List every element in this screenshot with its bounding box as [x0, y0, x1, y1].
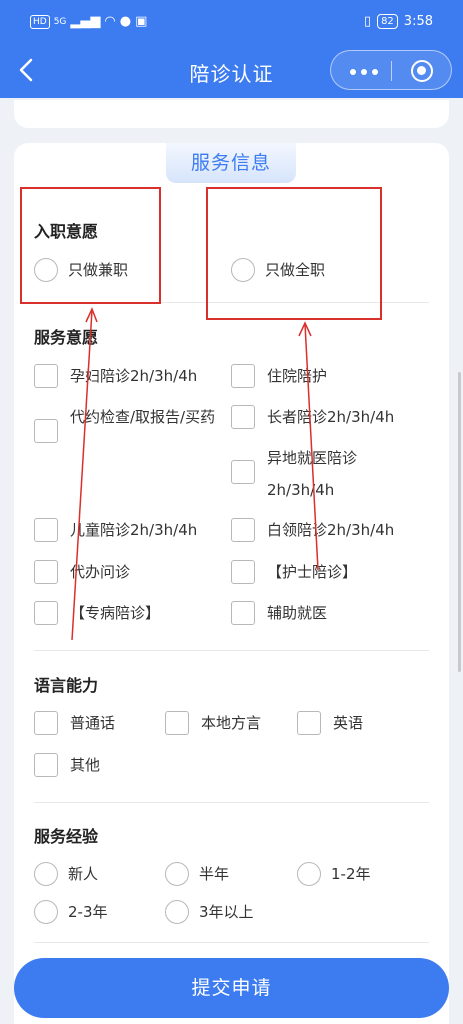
- scrollbar[interactable]: [458, 372, 461, 672]
- submit-button[interactable]: 提交申请: [14, 958, 449, 1018]
- annotation-arrows: [71, 307, 319, 641]
